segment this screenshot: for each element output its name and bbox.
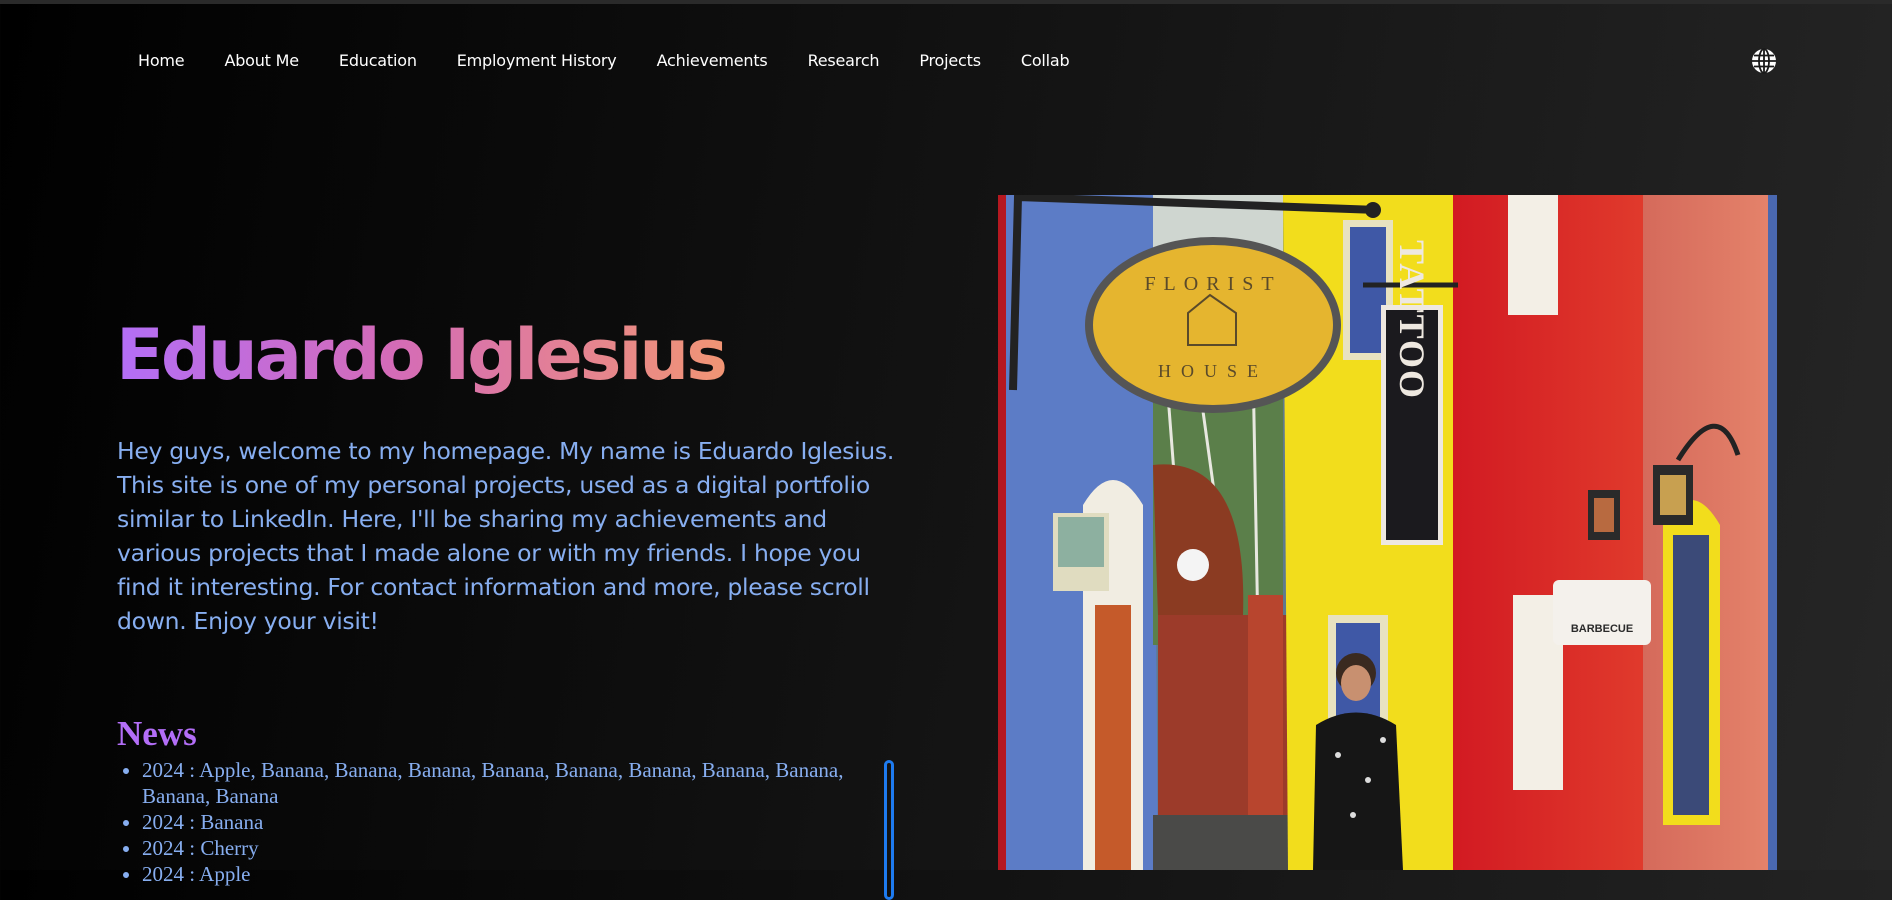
tattoo-sign: TATTOO [1392, 240, 1432, 400]
news-item: 2024 : Cherry [142, 835, 862, 861]
nav-projects[interactable]: Projects [919, 50, 981, 72]
nav-achievements[interactable]: Achievements [657, 50, 768, 72]
nav-about-me[interactable]: About Me [224, 50, 299, 72]
nav-home[interactable]: Home [138, 50, 185, 72]
nav-collab[interactable]: Collab [1021, 50, 1070, 72]
profile-photo: FLORIST HOUSE TATTOO BARBECUE [998, 195, 1777, 870]
news-item: 2024 : Apple [142, 861, 862, 887]
nav-research[interactable]: Research [808, 50, 880, 72]
barbecue-sign: BARBECUE [1571, 623, 1633, 635]
florist-sign-top: FLORIST [1144, 273, 1281, 295]
main-nav: Home About Me Education Employment Histo… [138, 50, 1070, 72]
news-list: 2024 : Apple, Banana, Banana, Banana, Ba… [117, 757, 862, 887]
globe-icon[interactable] [1750, 47, 1778, 75]
news-item: 2024 : Banana [142, 809, 862, 835]
top-border [0, 0, 1892, 4]
nav-employment-history[interactable]: Employment History [457, 50, 617, 72]
nav-education[interactable]: Education [339, 50, 417, 72]
news-heading: News [117, 714, 197, 753]
page-title: Eduardo Iglesius [116, 310, 728, 400]
news-scrollbar[interactable] [884, 760, 894, 900]
intro-paragraph: Hey guys, welcome to my homepage. My nam… [117, 437, 895, 635]
florist-sign-bottom: HOUSE [1158, 361, 1268, 381]
news-item: 2024 : Apple, Banana, Banana, Banana, Ba… [142, 757, 862, 809]
